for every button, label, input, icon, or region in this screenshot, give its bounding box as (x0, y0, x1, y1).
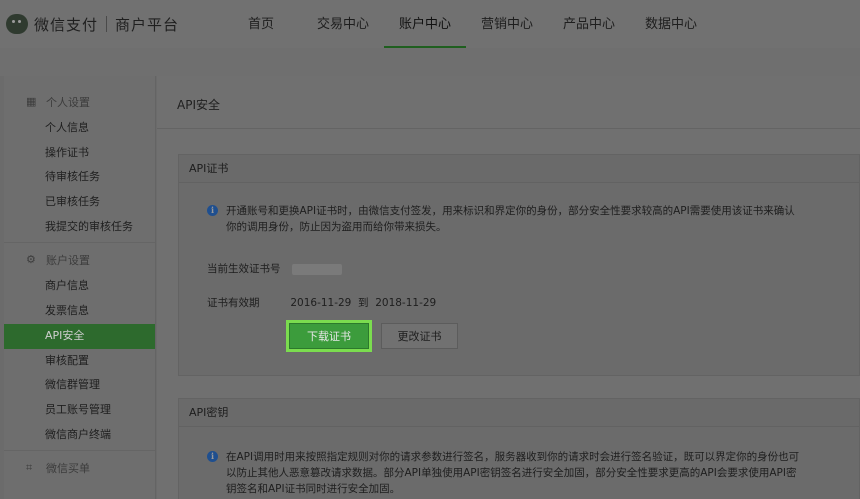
grid-icon: ▦ (26, 95, 37, 108)
sidebar-group-title[interactable]: ⌗ 微信买单 (4, 454, 155, 482)
download-cert-button[interactable]: 下载证书 (286, 320, 372, 352)
cert-notice: i 开通账号和更换API证书时，由微信支付签发，用来标识和界定你的身份，部分安全… (207, 203, 802, 235)
sidebar-group-personal: ▦ 个人设置 个人信息 操作证书 待审核任务 已审核任务 我提交的审核任务 (4, 88, 155, 239)
change-cert-button[interactable]: 更改证书 (381, 323, 458, 349)
current-cert-row: 当前生效证书号 (207, 261, 342, 276)
card-title: API证书 (179, 155, 859, 183)
sidebar-divider (4, 242, 155, 244)
api-key-card: API密钥 i 在API调用时用来按照指定规则对你的请求参数进行签名，服务器收到… (178, 398, 860, 499)
sidebar-item-my-submitted-tasks[interactable]: 我提交的审核任务 (4, 215, 155, 240)
page-title: API安全 (177, 98, 220, 112)
key-notice-text: 在API调用时用来按照指定规则对你的请求参数进行签名，服务器收到你的请求时会进行… (226, 451, 800, 495)
sidebar-item-reviewed-tasks[interactable]: 已审核任务 (4, 190, 155, 215)
sidebar-group-wechat-pay-bill: ⌗ 微信买单 (4, 454, 155, 482)
wechat-logo-icon (6, 14, 28, 34)
api-cert-card: API证书 i 开通账号和更换API证书时，由微信支付签发，用来标识和界定你的身… (178, 154, 860, 376)
brand-subtitle: 商户平台 (115, 15, 180, 34)
nav-data-center[interactable]: 数据中心 (630, 0, 712, 48)
validity-row: 证书有效期 2016-11-29 到 2018-11-29 (207, 295, 436, 310)
sidebar-group-title: ▦ 个人设置 (26, 95, 90, 110)
brand-separator (106, 16, 108, 32)
main-nav: 首页 交易中心 账户中心 营销中心 产品中心 数据中心 (220, 0, 712, 48)
top-bar: 微信支付 商户平台 首页 交易中心 账户中心 营销中心 产品中心 数据中心 (0, 0, 860, 48)
validity-value: 2016-11-29 到 2018-11-29 (290, 297, 437, 309)
current-cert-label: 当前生效证书号 (207, 263, 281, 275)
sidebar-item-merchant-info[interactable]: 商户信息 (4, 274, 155, 299)
sidebar-group-title: ⚙ 账户设置 (26, 253, 90, 268)
gear-icon: ⚙ (26, 253, 36, 267)
sidebar-item-pending-tasks[interactable]: 待审核任务 (4, 165, 155, 190)
sub-header-strip (0, 48, 860, 76)
sidebar-item-review-config[interactable]: 审核配置 (4, 349, 155, 374)
sidebar-item-staff-account-mgmt[interactable]: 员工账号管理 (4, 398, 155, 423)
info-icon: i (207, 451, 218, 462)
nav-home[interactable]: 首页 (220, 0, 302, 48)
card-title: API密钥 (179, 399, 859, 427)
sidebar-divider (4, 450, 155, 452)
scan-icon: ⌗ (26, 461, 33, 475)
nav-product-center[interactable]: 产品中心 (548, 0, 630, 48)
sidebar-item-operation-cert[interactable]: 操作证书 (4, 141, 155, 166)
sidebar: ▦ 个人设置 个人信息 操作证书 待审核任务 已审核任务 我提交的审核任务 ⚙ … (4, 76, 156, 499)
nav-marketing-center[interactable]: 营销中心 (466, 0, 548, 48)
brand-logo[interactable]: 微信支付 商户平台 (6, 12, 179, 36)
title-divider (157, 128, 860, 129)
sidebar-item-wechat-group-mgmt[interactable]: 微信群管理 (4, 373, 155, 398)
nav-trade-center[interactable]: 交易中心 (302, 0, 384, 48)
sidebar-item-personal-info[interactable]: 个人信息 (4, 116, 155, 141)
nav-account-center[interactable]: 账户中心 (384, 0, 466, 48)
sidebar-group-account: ⚙ 账户设置 商户信息 发票信息 API安全 审核配置 微信群管理 员工账号管理… (4, 246, 155, 447)
info-icon: i (207, 205, 218, 216)
sidebar-item-merchant-terminal[interactable]: 微信商户终端 (4, 423, 155, 448)
cert-number-redacted (291, 263, 342, 275)
sidebar-item-invoice-info[interactable]: 发票信息 (4, 299, 155, 324)
brand-name: 微信支付 (34, 15, 99, 34)
key-notice: i 在API调用时用来按照指定规则对你的请求参数进行签名，服务器收到你的请求时会… (207, 449, 802, 497)
main-content: API安全 API证书 i 开通账号和更换API证书时，由微信支付签发，用来标识… (157, 76, 860, 499)
cert-notice-text: 开通账号和更换API证书时，由微信支付签发，用来标识和界定你的身份，部分安全性要… (226, 205, 795, 233)
validity-label: 证书有效期 (207, 297, 260, 309)
sidebar-item-api-security[interactable]: API安全 (4, 323, 155, 349)
